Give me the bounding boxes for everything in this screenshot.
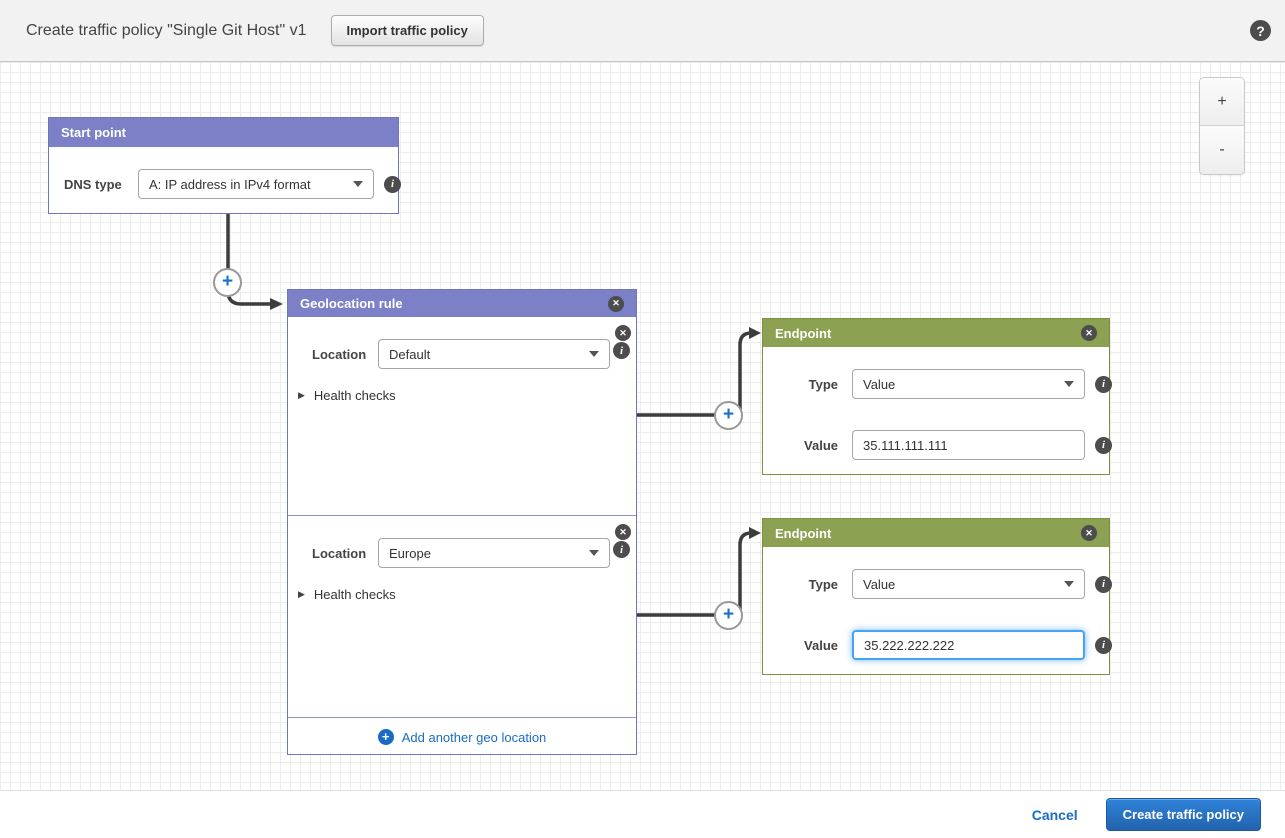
top-bar: Create traffic policy "Single Git Host" … [0, 0, 1285, 62]
location-select[interactable]: Europe [378, 538, 610, 568]
geo-location-section-default: ✕ i Location Default ▶ Health checks [288, 317, 636, 516]
value-label: Value [763, 638, 838, 653]
endpoint-type-row: Type Value i [763, 569, 1112, 599]
expand-arrow-icon: ▶ [298, 589, 305, 600]
close-icon[interactable]: ✕ [615, 325, 631, 341]
add-geo-location-label: Add another geo location [402, 730, 547, 745]
page-title: Create traffic policy "Single Git Host" … [26, 22, 307, 40]
endpoint-node-2: Endpoint ✕ Type Value i Value i [762, 518, 1110, 675]
zoom-out-button[interactable]: - [1200, 126, 1244, 174]
location-selected-value: Europe [389, 546, 431, 561]
start-point-header: Start point [49, 118, 398, 147]
close-icon[interactable]: ✕ [608, 296, 624, 312]
chevron-down-icon [589, 550, 599, 556]
location-selected-value: Default [389, 347, 430, 362]
endpoint-value-input[interactable] [852, 430, 1085, 460]
geo-rule-footer: + Add another geo location [288, 718, 636, 756]
location-row: Location Default [312, 339, 610, 369]
endpoint-header: Endpoint ✕ [763, 319, 1109, 347]
endpoint-title: Endpoint [775, 526, 831, 541]
dns-type-select[interactable]: A: IP address in IPv4 format [138, 169, 374, 199]
info-icon[interactable]: i [1095, 576, 1112, 593]
bottom-action-bar: Cancel Create traffic policy [0, 790, 1285, 838]
endpoint-type-select[interactable]: Value [852, 369, 1085, 399]
geo-location-section-europe: ✕ i Location Europe ▶ Health checks [288, 516, 636, 718]
add-rule-connector-button[interactable]: + [213, 268, 242, 297]
add-connection-button[interactable]: + [714, 401, 743, 430]
add-geo-location-link[interactable]: + Add another geo location [378, 729, 547, 745]
endpoint-node-1: Endpoint ✕ Type Value i Value i [762, 318, 1110, 475]
endpoint-value-row: Value i [763, 430, 1112, 460]
dns-type-label: DNS type [64, 177, 126, 192]
info-icon[interactable]: i [1095, 637, 1112, 654]
type-label: Type [763, 377, 838, 392]
cancel-button[interactable]: Cancel [1032, 807, 1078, 823]
chevron-down-icon [1064, 381, 1074, 387]
help-icon[interactable]: ? [1250, 20, 1271, 41]
location-select[interactable]: Default [378, 339, 610, 369]
zoom-in-button[interactable]: + [1200, 78, 1244, 126]
info-icon[interactable]: i [1095, 376, 1112, 393]
start-point-node: Start point DNS type A: IP address in IP… [48, 117, 399, 214]
endpoint-type-select[interactable]: Value [852, 569, 1085, 599]
location-row: Location Europe [312, 538, 610, 568]
chevron-down-icon [353, 181, 363, 187]
close-icon[interactable]: ✕ [1081, 325, 1097, 341]
info-icon[interactable]: i [613, 342, 630, 359]
value-label: Value [763, 438, 838, 453]
type-selected-value: Value [863, 577, 895, 592]
location-label: Location [312, 546, 363, 561]
info-icon[interactable]: i [384, 176, 401, 193]
info-icon[interactable]: i [1095, 437, 1112, 454]
plus-icon: + [378, 729, 394, 745]
geolocation-rule-node: Geolocation rule ✕ ✕ i Location Default … [287, 289, 637, 755]
policy-canvas: + - Start point DNS type A: IP address i… [0, 62, 1285, 790]
geolocation-rule-title: Geolocation rule [300, 296, 403, 311]
info-icon[interactable]: i [613, 541, 630, 558]
close-icon[interactable]: ✕ [615, 524, 631, 540]
endpoint-type-row: Type Value i [763, 369, 1112, 399]
endpoint-header: Endpoint ✕ [763, 519, 1109, 547]
type-selected-value: Value [863, 377, 895, 392]
dns-type-row: DNS type A: IP address in IPv4 format i [64, 169, 401, 199]
chevron-down-icon [1064, 581, 1074, 587]
start-point-title: Start point [61, 125, 126, 140]
endpoint-value-input[interactable] [852, 630, 1085, 660]
endpoint-value-row: Value i [763, 630, 1112, 660]
import-traffic-policy-button[interactable]: Import traffic policy [331, 15, 484, 46]
expand-arrow-icon: ▶ [298, 390, 305, 401]
geolocation-rule-header: Geolocation rule ✕ [288, 290, 636, 317]
health-checks-label: Health checks [314, 388, 396, 403]
chevron-down-icon [589, 351, 599, 357]
close-icon[interactable]: ✕ [1081, 525, 1097, 541]
health-checks-toggle[interactable]: ▶ Health checks [298, 587, 396, 602]
canvas-zoom-control: + - [1199, 77, 1245, 175]
create-traffic-policy-button[interactable]: Create traffic policy [1106, 798, 1261, 831]
type-label: Type [763, 577, 838, 592]
endpoint-title: Endpoint [775, 326, 831, 341]
add-connection-button[interactable]: + [714, 601, 743, 630]
dns-type-selected-value: A: IP address in IPv4 format [149, 177, 311, 192]
location-label: Location [312, 347, 363, 362]
health-checks-toggle[interactable]: ▶ Health checks [298, 388, 396, 403]
health-checks-label: Health checks [314, 587, 396, 602]
